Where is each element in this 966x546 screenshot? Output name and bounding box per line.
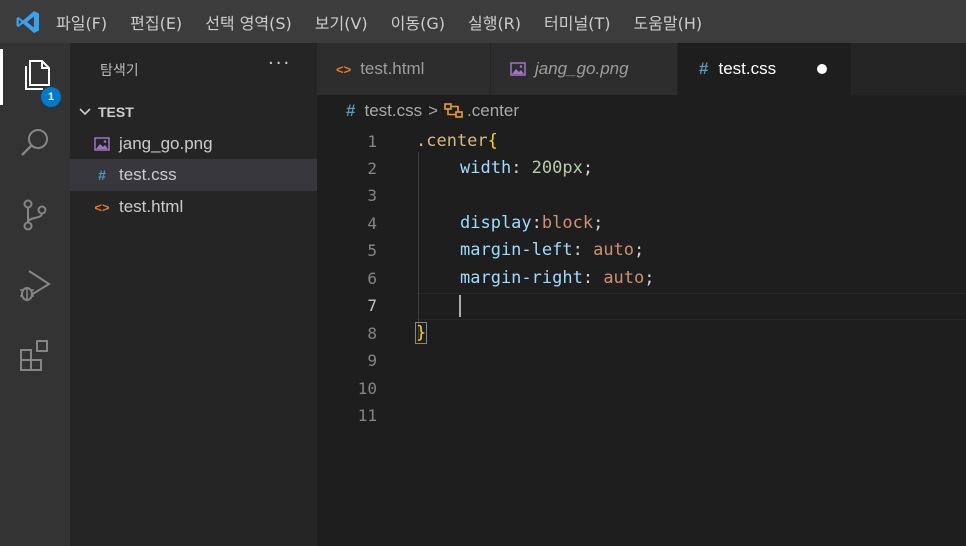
text-cursor (459, 295, 461, 317)
code-line-6: margin-right: auto; (460, 265, 655, 292)
activity-source-control[interactable] (0, 189, 70, 245)
tab-label: test.html (360, 59, 425, 78)
sidebar-title: 탐색기 (100, 63, 139, 79)
tab-label: jang_go.png (535, 59, 629, 78)
explorer-badge: 1 (41, 87, 61, 107)
html-file-icon: <> (336, 61, 352, 77)
css-value: auto (593, 240, 635, 260)
unsaved-dot-icon[interactable] (817, 64, 828, 74)
line-number-current: 7 (367, 296, 377, 315)
semicolon: ; (634, 240, 645, 260)
editor-tabs: <> test.html jang_go.png # test.css (317, 43, 966, 95)
menu-file[interactable]: 파일(F) (56, 10, 107, 34)
search-icon (18, 126, 52, 164)
current-line-highlight (416, 293, 966, 320)
tab-test-html[interactable]: <> test.html (317, 43, 491, 95)
menu-run[interactable]: 실행(R) (468, 10, 521, 34)
activity-search[interactable] (0, 117, 70, 173)
image-file-icon (510, 62, 526, 76)
file-label: jang_go.png (119, 134, 213, 153)
css-value: 200px (531, 158, 583, 178)
colon: : (511, 158, 532, 178)
breadcrumb: # test.css > .center (346, 100, 519, 122)
file-label: test.html (119, 197, 184, 216)
menu-selection[interactable]: 선택 영역(S) (205, 10, 292, 34)
line-number: 10 (357, 379, 377, 398)
css-value: block (541, 213, 594, 233)
menu-go[interactable]: 이동(G) (391, 10, 445, 34)
activity-explorer[interactable]: 1 (0, 49, 70, 107)
source-control-icon (18, 197, 52, 237)
file-item-jang-go[interactable]: jang_go.png (70, 128, 317, 160)
css-value: auto (603, 268, 645, 288)
css-file-icon: # (699, 59, 709, 78)
css-file-icon: # (98, 167, 106, 183)
folder-test[interactable]: TEST (70, 101, 317, 123)
file-item-test-css[interactable]: # test.css (70, 159, 317, 191)
breadcrumb-symbol[interactable]: .center (467, 101, 519, 121)
line-number: 8 (367, 324, 377, 343)
file-label: test.css (119, 165, 177, 184)
semicolon: ; (644, 268, 655, 288)
html-file-icon: <> (94, 199, 110, 215)
code-editor[interactable]: 1 2 3 4 5 6 7 8 9 10 11 .center{ width: … (317, 125, 966, 546)
vscode-logo-icon (0, 0, 56, 43)
colon: : (582, 268, 604, 288)
line-number: 11 (357, 406, 377, 425)
folder-label: TEST (98, 104, 134, 120)
code-line-4: display:block; (460, 210, 603, 237)
more-actions-icon[interactable]: ··· (268, 53, 291, 74)
menu-terminal[interactable]: 터미널(T) (544, 10, 610, 34)
menu-help[interactable]: 도움말(H) (633, 10, 702, 34)
open-brace: { (487, 131, 498, 151)
indent-guide (418, 152, 419, 341)
code-line-1: .center{ (416, 128, 498, 155)
menu-edit[interactable]: 편집(E) (130, 10, 182, 34)
code-line-5: margin-left: auto; (460, 237, 644, 264)
activity-bar: 1 (0, 43, 70, 546)
tab-test-css[interactable]: # test.css (678, 43, 852, 95)
run-debug-icon (17, 266, 53, 308)
title-bar: 파일(F) 편집(E) 선택 영역(S) 보기(V) 이동(G) 실행(R) 터… (0, 0, 966, 43)
line-number: 3 (367, 186, 377, 205)
line-number: 1 (367, 132, 377, 151)
semicolon: ; (582, 158, 594, 178)
code-line-8: } (414, 320, 428, 347)
semicolon: ; (593, 213, 604, 233)
activity-extensions[interactable] (0, 329, 70, 385)
line-number: 5 (367, 241, 377, 260)
explorer-sidebar: 탐색기 ··· TEST jang_go.png # test.css <> t… (70, 43, 317, 546)
close-brace: } (414, 322, 428, 344)
line-number: 6 (367, 269, 377, 288)
css-property: width (460, 158, 512, 178)
tab-label: test.css (718, 59, 777, 78)
css-property: margin-left (460, 240, 573, 260)
css-property: display (460, 213, 532, 233)
line-number: 2 (367, 159, 377, 178)
file-item-test-html[interactable]: <> test.html (70, 191, 317, 223)
colon: : (572, 240, 594, 260)
breadcrumb-file[interactable]: test.css (364, 101, 422, 121)
css-selector: .center (416, 131, 488, 151)
line-number: 4 (367, 214, 377, 233)
css-property: margin-right (460, 268, 583, 288)
breadcrumb-separator: > (428, 101, 439, 120)
symbol-class-icon (444, 102, 464, 120)
colon: : (531, 213, 542, 233)
chevron-down-icon (78, 105, 92, 119)
image-file-icon (92, 137, 112, 151)
code-line-2: width: 200px; (460, 155, 593, 182)
tab-jang-go-png[interactable]: jang_go.png (491, 43, 678, 95)
line-number: 9 (367, 351, 377, 370)
activity-run-debug[interactable] (0, 259, 70, 315)
css-file-icon: # (346, 101, 356, 120)
menu-view[interactable]: 보기(V) (315, 10, 368, 34)
extensions-icon (17, 337, 53, 377)
